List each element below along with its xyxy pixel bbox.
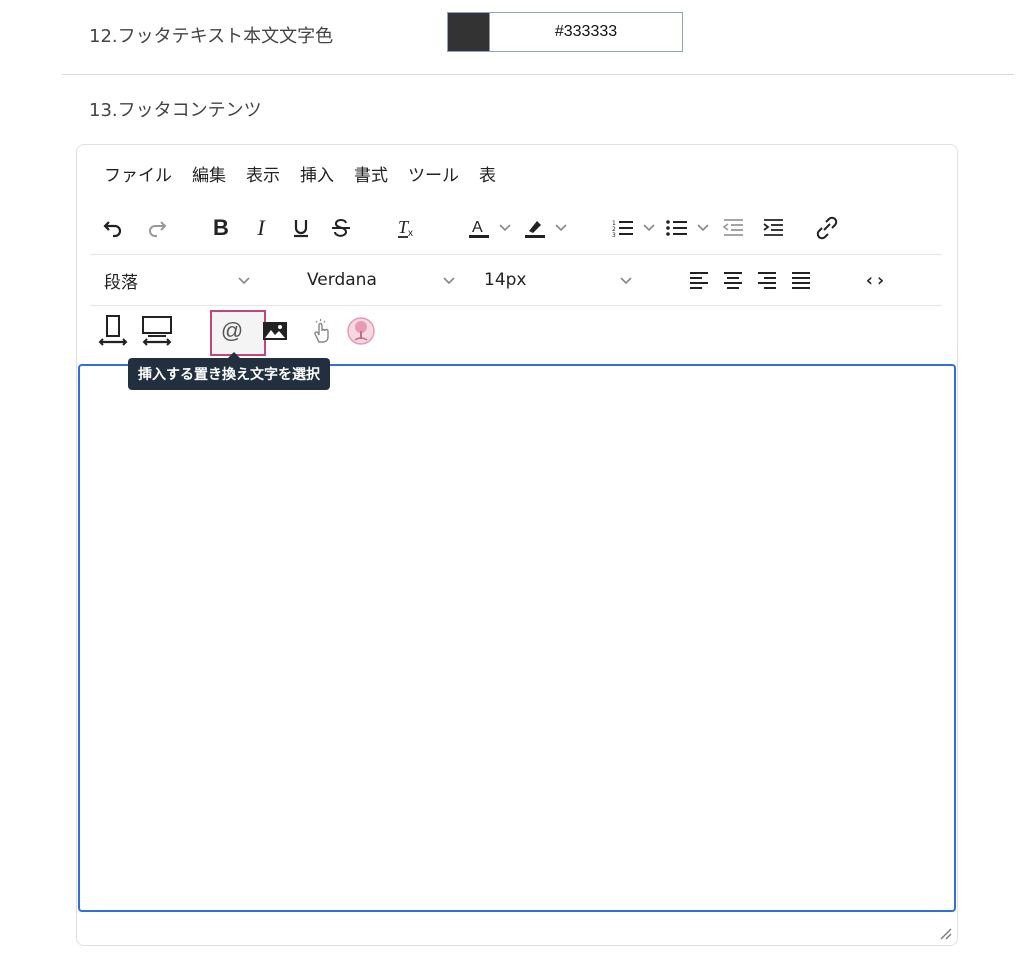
section-12-label: 12.フッタテキスト本文文字色 <box>89 26 334 47</box>
menu-file[interactable]: ファイル <box>104 163 172 189</box>
indent-icon[interactable] <box>756 211 790 245</box>
source-code-icon[interactable]: ‹› <box>858 263 892 297</box>
toolbar-row-3: @ <box>96 314 378 348</box>
strikethrough-icon[interactable] <box>324 211 358 245</box>
mobile-preview-icon[interactable] <box>96 314 130 348</box>
menu-format[interactable]: 書式 <box>354 163 388 189</box>
italic-icon[interactable]: I <box>244 211 278 245</box>
chevron-down-icon[interactable] <box>552 211 570 245</box>
menu-view[interactable]: 表示 <box>246 163 280 189</box>
block-format-value: 段落 <box>104 272 138 293</box>
align-justify-icon[interactable] <box>784 263 818 297</box>
underline-icon[interactable] <box>284 211 318 245</box>
align-left-icon[interactable] <box>682 263 716 297</box>
svg-text:x: x <box>408 228 413 239</box>
image-icon[interactable] <box>258 314 292 348</box>
menu-edit[interactable]: 編集 <box>192 163 226 189</box>
svg-text:A: A <box>472 219 483 236</box>
outdent-icon[interactable] <box>716 211 750 245</box>
color-swatch[interactable] <box>448 13 490 51</box>
align-center-icon[interactable] <box>716 263 750 297</box>
color-hex-input[interactable]: #333333 <box>490 13 682 51</box>
font-family-value: Verdana <box>307 270 377 290</box>
resize-handle-icon[interactable] <box>938 926 952 944</box>
menu-tools[interactable]: ツール <box>408 163 459 189</box>
editor-content-area[interactable] <box>78 364 956 912</box>
toolbar-separator <box>90 254 942 255</box>
insert-placeholder-button[interactable]: @ <box>212 314 252 348</box>
chevron-down-icon <box>620 270 632 290</box>
undo-icon[interactable] <box>96 211 130 245</box>
numbered-list-icon[interactable]: 123 <box>606 211 640 245</box>
section-13-label: 13.フッタコンテンツ <box>89 100 262 121</box>
font-family-select[interactable]: Verdana <box>295 263 467 297</box>
redo-icon[interactable] <box>140 211 174 245</box>
chevron-down-icon[interactable] <box>640 211 658 245</box>
toolbar-separator <box>90 305 942 306</box>
tree-logo-icon[interactable] <box>344 314 378 348</box>
menu-insert[interactable]: 挿入 <box>300 163 334 189</box>
tooltip: 挿入する置き換え文字を選択 <box>128 352 330 390</box>
font-size-select[interactable]: 14px <box>472 263 644 297</box>
chevron-down-icon <box>238 270 250 290</box>
color-picker-field[interactable]: #333333 <box>447 12 683 52</box>
chevron-down-icon[interactable] <box>694 211 712 245</box>
text-color-icon[interactable]: A <box>462 211 496 245</box>
block-format-select[interactable]: 段落 <box>92 263 262 297</box>
desktop-preview-icon[interactable] <box>140 314 174 348</box>
highlight-color-icon[interactable] <box>518 211 552 245</box>
font-size-value: 14px <box>484 270 527 290</box>
alignment-group: ‹› <box>682 263 892 297</box>
link-icon[interactable] <box>816 211 838 245</box>
divider <box>62 74 1014 75</box>
bold-icon[interactable]: B <box>204 211 238 245</box>
editor-menubar: ファイル 編集 表示 挿入 書式 ツール 表 <box>104 163 516 189</box>
svg-text:3: 3 <box>612 232 616 238</box>
chevron-down-icon <box>443 270 455 290</box>
chevron-down-icon[interactable] <box>496 211 514 245</box>
clear-formatting-icon[interactable]: Tx <box>390 211 424 245</box>
toolbar-row-1: B I Tx A 123 <box>96 211 838 245</box>
bullet-list-icon[interactable] <box>660 211 694 245</box>
menu-table[interactable]: 表 <box>479 163 496 189</box>
at-sign-icon: @ <box>220 318 244 343</box>
hand-pointer-icon[interactable] <box>304 314 338 348</box>
align-right-icon[interactable] <box>750 263 784 297</box>
